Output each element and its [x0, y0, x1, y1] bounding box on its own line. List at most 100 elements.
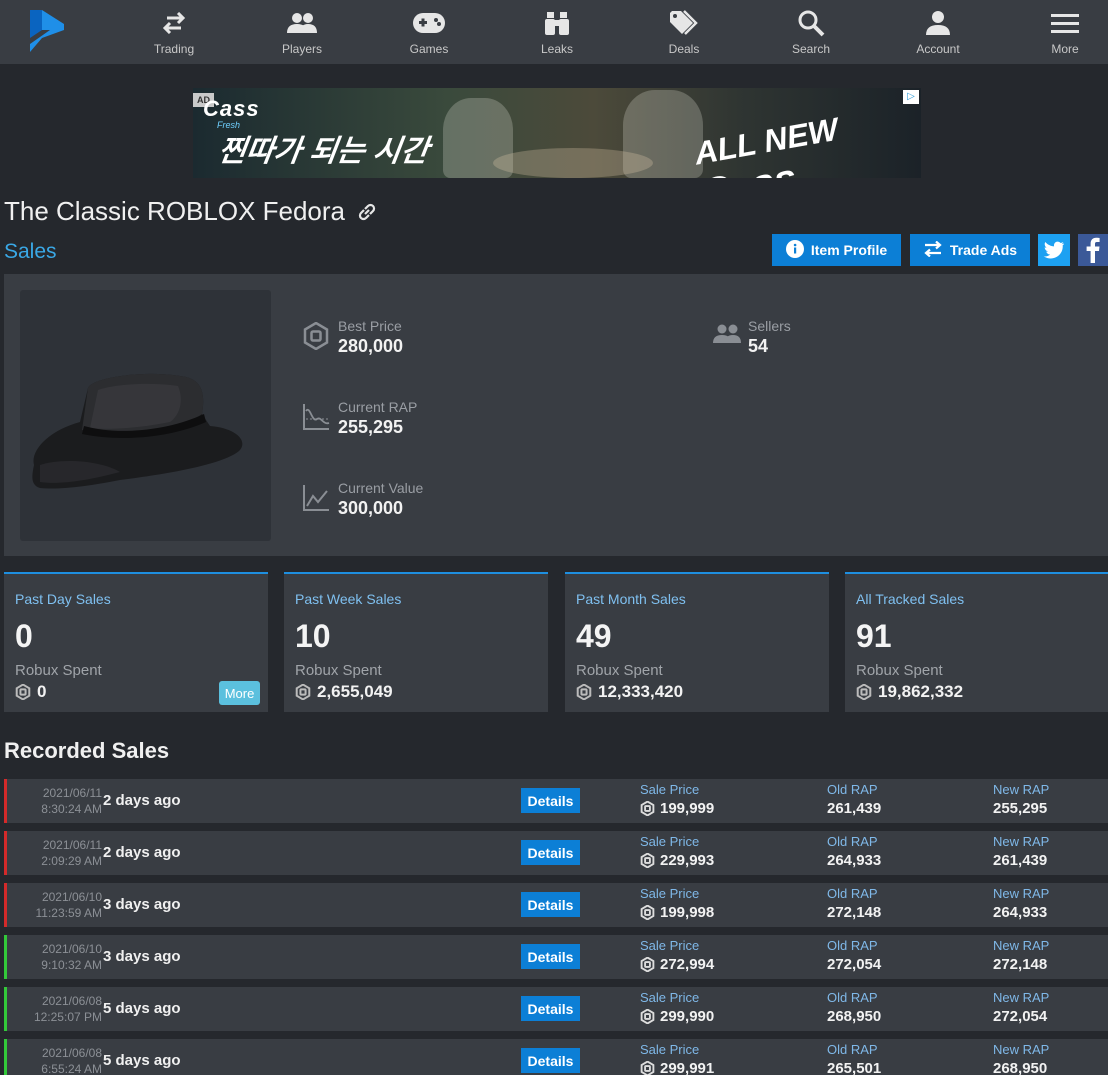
table-row: 2021/06/10 9:10:32 AM 3 days ago Details Sal… — [4, 935, 1108, 979]
sale-time: 8:30:24 AM — [41, 802, 102, 816]
robux-spent-value: 19,862,332 — [856, 682, 963, 702]
old-rap-label: Old RAP — [827, 782, 878, 797]
details-button[interactable]: Details — [521, 892, 580, 917]
spent-amount: 12,333,420 — [598, 682, 684, 701]
nav-label: Leaks — [540, 42, 574, 56]
item-profile-button[interactable]: Item Profile — [772, 234, 901, 266]
robux-icon — [640, 853, 655, 868]
sale-time: 9:10:32 AM — [41, 958, 102, 972]
details-button[interactable]: Details — [521, 944, 580, 969]
sale-price-col: Sale Price 299,990 — [640, 990, 714, 1025]
facebook-share-icon[interactable] — [1078, 234, 1108, 266]
new-rap-value: 268,950 — [993, 1060, 1048, 1075]
past-day-sales-card: Past Day Sales 0 Robux Spent 0 More — [4, 572, 268, 712]
spent-amount: 19,862,332 — [878, 682, 964, 701]
details-button[interactable]: Details — [521, 996, 580, 1021]
trade-ads-label: Trade Ads — [949, 242, 1018, 258]
sale-datetime: 2021/06/08 6:55:24 AM — [7, 1045, 102, 1075]
nav-trading[interactable]: Trading — [124, 0, 224, 64]
details-button[interactable]: Details — [521, 788, 580, 813]
sale-price-value: 272,994 — [640, 956, 714, 973]
details-button[interactable]: Details — [521, 840, 580, 865]
ad-headline: 찐따가 되는 시간 — [216, 135, 431, 168]
sale-datetime: 2021/06/11 8:30:24 AM — [7, 785, 102, 817]
new-rap-label: New RAP — [993, 834, 1050, 849]
nav-label: Search — [791, 42, 831, 56]
table-row: 2021/06/11 2:09:29 AM 2 days ago Details Sal… — [4, 831, 1108, 875]
robux-spent-value: 2,655,049 — [295, 682, 393, 702]
old-rap-col: Old RAP 268,950 — [827, 990, 881, 1025]
nav-label: Account — [916, 42, 960, 56]
old-rap-col: Old RAP 265,501 — [827, 1042, 881, 1075]
sale-price-value: 199,999 — [640, 800, 714, 817]
sale-price-col: Sale Price 229,993 — [640, 834, 714, 869]
sale-date: 2021/06/11 — [42, 786, 102, 800]
card-title: Past Day Sales — [15, 591, 111, 607]
page-title: The Classic ROBLOX Fedora — [4, 196, 379, 227]
item-thumbnail — [20, 290, 271, 541]
nav-leaks[interactable]: Leaks — [507, 0, 607, 64]
new-rap-label: New RAP — [993, 886, 1050, 901]
sale-price-label: Sale Price — [640, 1042, 700, 1057]
rap-chart-icon — [302, 403, 330, 431]
nav-games[interactable]: Games — [379, 0, 479, 64]
new-rap-col: New RAP 255,295 — [993, 782, 1049, 817]
robux-spent-label: Robux Spent — [15, 662, 102, 679]
nav-label: Players — [281, 42, 322, 56]
item-profile-label: Item Profile — [810, 242, 888, 258]
nav-account[interactable]: Account — [888, 0, 988, 64]
sale-time: 12:25:07 PM — [33, 1010, 102, 1024]
new-rap-col: New RAP 272,054 — [993, 990, 1049, 1025]
sale-price-label: Sale Price — [640, 990, 700, 1005]
nav-search[interactable]: Search — [761, 0, 861, 64]
tags-icon — [669, 8, 699, 38]
sale-datetime: 2021/06/08 12:25:07 PM — [7, 993, 102, 1025]
twitter-share-icon[interactable] — [1038, 234, 1070, 266]
new-rap-label: New RAP — [993, 990, 1050, 1005]
gamepad-icon — [412, 8, 446, 38]
item-info-panel: Best Price 280,000 Current RAP 255,295 C… — [4, 274, 1108, 556]
new-rap-col: New RAP 261,439 — [993, 834, 1049, 869]
robux-spent-value: 0 — [15, 682, 46, 702]
sale-relative-time: 3 days ago — [103, 896, 181, 913]
all-tracked-sales-card: All Tracked Sales 91 Robux Spent 19,862,… — [845, 572, 1108, 712]
old-rap-label: Old RAP — [827, 938, 878, 953]
robux-spent-value: 12,333,420 — [576, 682, 683, 702]
robux-spent-label: Robux Spent — [295, 662, 382, 679]
sales-count: 91 — [856, 618, 892, 654]
rolimons-logo-icon[interactable] — [28, 10, 66, 52]
robux-icon — [302, 321, 330, 351]
trade-ads-button[interactable]: Trade Ads — [910, 234, 1030, 266]
recorded-sales-title: Recorded Sales — [4, 738, 170, 763]
ad-brand-logo: Cass — [203, 96, 260, 121]
sale-price-amount: 199,998 — [660, 904, 715, 921]
nav-more[interactable]: More — [1015, 0, 1108, 64]
old-rap-value: 272,054 — [827, 956, 882, 973]
old-rap-col: Old RAP 261,439 — [827, 782, 881, 817]
stat-value: 255,295 — [338, 417, 404, 437]
nav-label: Games — [409, 42, 449, 56]
sale-relative-time: 2 days ago — [103, 844, 181, 861]
top-navbar: Trading Players Games Leaks Deals Search — [0, 0, 1108, 64]
sale-price-value: 299,990 — [640, 1008, 714, 1025]
nav-deals[interactable]: Deals — [634, 0, 734, 64]
past-week-sales-card: Past Week Sales 10 Robux Spent 2,655,049 — [284, 572, 548, 712]
more-button[interactable]: More — [219, 681, 260, 705]
nav-label: Deals — [668, 42, 700, 56]
table-row: 2021/06/10 11:23:59 AM 3 days ago Details Sa… — [4, 883, 1108, 927]
old-rap-col: Old RAP 272,148 — [827, 886, 881, 921]
robux-icon — [640, 1009, 655, 1024]
card-title: Past Month Sales — [576, 591, 686, 607]
adchoices-icon[interactable]: ▷ — [903, 90, 919, 104]
sale-relative-time: 3 days ago — [103, 948, 181, 965]
arrows-swap-icon — [161, 8, 187, 38]
users-icon — [286, 8, 318, 38]
ad-banner[interactable]: AD Cass Fresh 찐따가 되는 시간 ALL NEW Cass ▷ — [193, 88, 921, 178]
line-chart-icon — [302, 484, 330, 512]
nav-players[interactable]: Players — [252, 0, 352, 64]
stat-value: 300,000 — [338, 498, 404, 518]
new-rap-col: New RAP 268,950 — [993, 1042, 1049, 1075]
link-icon[interactable] — [355, 200, 379, 224]
fedora-hat-image — [32, 373, 243, 489]
details-button[interactable]: Details — [521, 1048, 580, 1073]
